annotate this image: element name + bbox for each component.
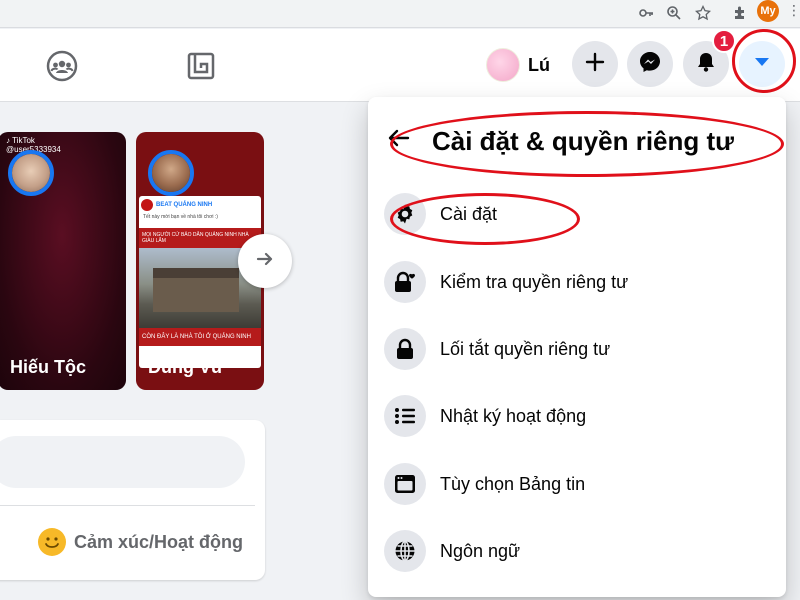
menu-item-label: Kiểm tra quyền riêng tư [440, 271, 629, 292]
arrow-right-icon [255, 249, 275, 274]
gear-icon [384, 193, 426, 235]
avatar [148, 150, 194, 196]
messenger-icon [638, 50, 662, 79]
account-menu-button[interactable] [739, 41, 785, 87]
menu-item-settings[interactable]: Cài đặt [384, 185, 770, 243]
feeling-label: Cảm xúc/Hoạt động [74, 531, 244, 552]
menu-item-privacy-shortcuts[interactable]: Lối tắt quyền riêng tư [384, 320, 770, 378]
avatar [8, 150, 54, 196]
create-button[interactable] [572, 41, 618, 87]
menu-item-label: Lối tắt quyền riêng tư [440, 338, 611, 359]
bell-icon [695, 51, 717, 78]
story-news-image: BEAT QUẢNG NINH Tết này mời bạn về nhà t… [139, 196, 261, 368]
caret-down-icon [753, 55, 771, 73]
feeling-activity-button[interactable]: Cảm xúc/Hoạt động [38, 524, 243, 560]
profile-button[interactable]: Lú [486, 45, 550, 85]
gaming-icon[interactable] [181, 46, 221, 86]
menu-item-label: Tùy chọn Bảng tin [440, 473, 586, 494]
smiley-icon [38, 528, 66, 556]
story-author: Hiếu Tộc [10, 357, 87, 377]
menu-item-label: Cài đặt [440, 203, 498, 224]
menu-item-label: Ngôn ngữ [440, 540, 521, 561]
user-name: Lú [528, 54, 550, 75]
star-icon[interactable] [693, 3, 713, 23]
plus-icon [585, 52, 605, 77]
lock-icon [384, 328, 426, 370]
menu-header: Cài đặt & quyền riêng tư [388, 121, 734, 161]
story-card[interactable]: ♪ TikTok@user5333934 Hiếu Tộc [0, 132, 126, 390]
menu-item-feed-preferences[interactable]: Tùy chọn Bảng tin [384, 455, 770, 513]
back-arrow-icon[interactable] [388, 128, 410, 154]
story-author: Dũng Vũ [148, 357, 222, 377]
avatar [486, 48, 520, 82]
groups-icon[interactable] [42, 46, 82, 86]
menu-item-privacy-checkup[interactable]: Kiểm tra quyền riêng tư [384, 253, 770, 311]
settings-privacy-menu: Cài đặt & quyền riêng tư Cài đặt Kiểm tr… [368, 97, 786, 597]
globe-icon [384, 530, 426, 572]
menu-title: Cài đặt & quyền riêng tư [432, 125, 734, 156]
notification-badge: 1 [712, 29, 736, 53]
top-navigation: Lú 1 [0, 29, 800, 102]
menu-item-language[interactable]: Ngôn ngữ [384, 522, 770, 580]
menu-kebab-icon[interactable]: ⋮ [787, 2, 800, 19]
feed-icon [384, 463, 426, 505]
menu-item-label: Nhật ký hoạt động [440, 405, 587, 426]
post-composer: Cảm xúc/Hoạt động [0, 420, 265, 580]
zoom-icon[interactable] [664, 3, 684, 23]
lock-heart-icon [384, 261, 426, 303]
browser-profile-avatar[interactable]: My [757, 0, 779, 22]
browser-toolbar: My ⋮ [0, 0, 800, 28]
messenger-button[interactable] [627, 41, 673, 87]
composer-input[interactable] [0, 436, 245, 488]
list-icon [384, 395, 426, 437]
extensions-icon[interactable] [730, 3, 750, 23]
next-stories-button[interactable] [238, 234, 292, 288]
key-icon[interactable] [636, 3, 656, 23]
menu-item-activity-log[interactable]: Nhật ký hoạt động [384, 387, 770, 445]
divider [0, 505, 255, 506]
